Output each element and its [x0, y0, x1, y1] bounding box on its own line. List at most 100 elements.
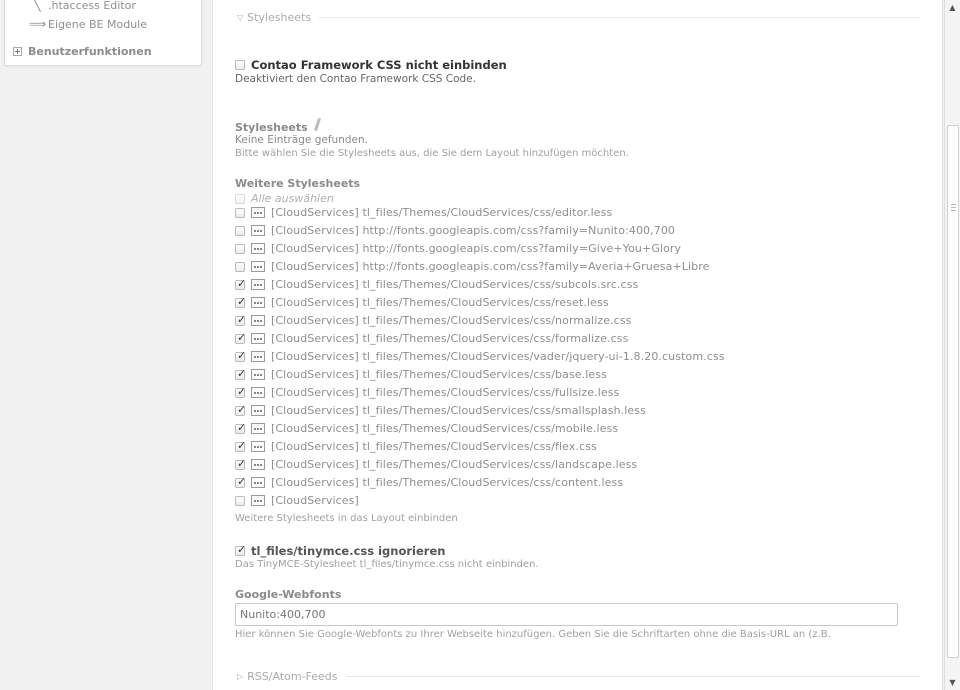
collapse-triangle-icon: ▽: [237, 12, 244, 22]
scroll-down-arrow-icon[interactable]: ▼: [945, 675, 960, 690]
stylesheet-label: [CloudServices] tl_files/Themes/CloudSer…: [271, 296, 609, 309]
stylesheet-label: [CloudServices] tl_files/Themes/CloudSer…: [271, 332, 629, 345]
legend-divider: [319, 16, 920, 18]
webfonts-tip: Hier können Sie Google-Webfonts zu Ihrer…: [235, 629, 831, 640]
css-file-icon: [251, 261, 265, 272]
stylesheet-label: [CloudServices] tl_files/Themes/CloudSer…: [271, 404, 646, 417]
pen-icon: ╲: [33, 0, 41, 12]
stylesheet-label: [CloudServices] http://fonts.googleapis.…: [271, 242, 682, 255]
vertical-scrollbar[interactable]: ▲ ▼: [944, 0, 960, 690]
stylesheet-option[interactable]: [CloudServices] tl_files/Themes/CloudSer…: [235, 421, 618, 435]
stylesheet-option[interactable]: [CloudServices] tl_files/Themes/CloudSer…: [235, 349, 725, 363]
stylesheet-checkbox[interactable]: [235, 385, 246, 398]
framework-css-checkbox[interactable]: [235, 60, 245, 70]
stylesheet-option[interactable]: [CloudServices] http://fonts.googleapis.…: [235, 224, 675, 237]
stylesheets-legend[interactable]: ▽ Stylesheets: [237, 10, 920, 24]
css-file-icon: [251, 369, 265, 380]
stylesheet-checkbox[interactable]: [235, 367, 246, 380]
stylesheet-checkbox[interactable]: [235, 403, 246, 416]
stylesheet-option[interactable]: [CloudServices] tl_files/Themes/CloudSer…: [235, 403, 646, 417]
stylesheet-checkbox[interactable]: [235, 313, 246, 326]
stylesheet-label: [CloudServices] tl_files/Themes/CloudSer…: [271, 458, 638, 471]
expand-triangle-icon: ▷: [237, 671, 244, 681]
stylesheet-checkbox[interactable]: [235, 457, 246, 470]
select-all-label: Alle auswählen: [251, 192, 334, 205]
stylesheet-checkbox[interactable]: [235, 277, 246, 290]
stylesheet-label: [CloudServices] tl_files/Themes/CloudSer…: [271, 350, 725, 363]
select-all-checkbox[interactable]: [235, 193, 245, 204]
legend-label: Stylesheets: [247, 10, 312, 24]
stylesheet-checkbox[interactable]: [235, 207, 245, 218]
framework-css-field[interactable]: Contao Framework CSS nicht einbinden: [235, 58, 507, 72]
stylesheet-label: [CloudServices] tl_files/Themes/CloudSer…: [271, 368, 607, 381]
css-file-icon: [251, 225, 265, 236]
rss-legend[interactable]: ▷ RSS/Atom-Feeds: [237, 669, 920, 683]
stylesheet-label: [CloudServices] tl_files/Themes/CloudSer…: [271, 206, 613, 219]
stylesheet-checkbox[interactable]: [235, 349, 246, 362]
stylesheet-option[interactable]: [CloudServices] tl_files/Themes/CloudSer…: [235, 457, 638, 471]
legend-divider: [345, 675, 920, 677]
nav-group-label: Benutzerfunktionen: [28, 45, 152, 58]
stylesheet-label: [CloudServices] tl_files/Themes/CloudSer…: [271, 386, 620, 399]
css-file-icon: [251, 315, 265, 326]
scroll-up-arrow-icon[interactable]: ▲: [945, 0, 960, 15]
nav-item-htaccess-editor[interactable]: ╲ .htaccess Editor: [29, 0, 136, 12]
stylesheet-checkbox[interactable]: [235, 495, 245, 506]
stylesheet-option[interactable]: [CloudServices] tl_files/Themes/CloudSer…: [235, 313, 632, 327]
webfonts-label: Google-Webfonts: [235, 588, 342, 601]
stylesheet-option[interactable]: [CloudServices] tl_files/Themes/CloudSer…: [235, 206, 612, 219]
stylesheet-checkbox[interactable]: [235, 295, 246, 308]
stylesheets-label: Stylesheets: [235, 117, 321, 134]
stylesheet-checkbox[interactable]: [235, 475, 246, 488]
stylesheet-label: [CloudServices] tl_files/Themes/CloudSer…: [271, 476, 624, 489]
tinymce-field[interactable]: tl_files/tinymce.css ignorieren: [235, 543, 446, 558]
nav-item-eigene-be-module[interactable]: ⟹ Eigene BE Module: [29, 17, 147, 31]
stylesheet-checkbox[interactable]: [235, 331, 246, 344]
css-file-icon: [251, 477, 265, 488]
stylesheet-label: [CloudServices] tl_files/Themes/CloudSer…: [271, 314, 632, 327]
css-file-icon: [251, 279, 265, 290]
framework-css-description: Deaktiviert den Contao Framework CSS Cod…: [235, 73, 476, 85]
edit-pencil-icon[interactable]: [313, 117, 321, 132]
css-file-icon: [251, 441, 265, 452]
framework-css-label: Contao Framework CSS nicht einbinden: [251, 58, 507, 72]
css-file-icon: [251, 423, 265, 434]
scrollbar-grip-icon: [951, 204, 956, 213]
arrow-right-icon: ⟹: [29, 17, 47, 31]
stylesheet-option[interactable]: [CloudServices] tl_files/Themes/CloudSer…: [235, 277, 639, 291]
tinymce-checkbox[interactable]: [235, 543, 246, 556]
stylesheet-option[interactable]: [CloudServices] http://fonts.googleapis.…: [235, 242, 681, 255]
stylesheet-option[interactable]: [CloudServices] tl_files/Themes/CloudSer…: [235, 439, 597, 453]
stylesheet-option[interactable]: [CloudServices] tl_files/Themes/CloudSer…: [235, 367, 607, 381]
stylesheet-checkbox[interactable]: [235, 243, 245, 254]
scrollbar-thumb[interactable]: [947, 125, 959, 658]
nav-item-label: Eigene BE Module: [48, 17, 147, 31]
stylesheet-option[interactable]: [CloudServices]: [235, 494, 359, 507]
stylesheet-option[interactable]: [CloudServices] http://fonts.googleapis.…: [235, 260, 709, 273]
external-stylesheets-label: Weitere Stylesheets: [235, 177, 361, 190]
legend-label: RSS/Atom-Feeds: [247, 669, 338, 683]
stylesheet-option[interactable]: [CloudServices] tl_files/Themes/CloudSer…: [235, 331, 629, 345]
stylesheet-checkbox[interactable]: [235, 261, 245, 272]
stylesheet-checkbox[interactable]: [235, 439, 246, 452]
nav-group-benutzerfunktionen[interactable]: Benutzerfunktionen: [13, 45, 152, 58]
webfonts-input[interactable]: [235, 603, 898, 626]
stylesheet-checkbox[interactable]: [235, 225, 245, 236]
css-file-icon: [251, 207, 265, 218]
stylesheet-label: [CloudServices] tl_files/Themes/CloudSer…: [271, 440, 597, 453]
stylesheets-label-text: Stylesheets: [235, 121, 308, 134]
stylesheet-label: [CloudServices] tl_files/Themes/CloudSer…: [271, 278, 639, 291]
stylesheets-tip: Bitte wählen Sie die Stylesheets aus, di…: [235, 148, 629, 159]
stylesheet-option[interactable]: [CloudServices] tl_files/Themes/CloudSer…: [235, 385, 620, 399]
stylesheet-label: [CloudServices]: [271, 494, 359, 507]
stylesheet-option[interactable]: [CloudServices] tl_files/Themes/CloudSer…: [235, 475, 624, 489]
expand-plus-icon[interactable]: [13, 47, 22, 56]
stylesheet-option[interactable]: [CloudServices] tl_files/Themes/CloudSer…: [235, 295, 609, 309]
css-file-icon: [251, 297, 265, 308]
tinymce-label: tl_files/tinymce.css ignorieren: [251, 544, 446, 558]
stylesheet-label: [CloudServices] http://fonts.googleapis.…: [271, 224, 676, 237]
select-all-row[interactable]: Alle auswählen: [235, 192, 334, 205]
external-stylesheets-tip: Weitere Stylesheets in das Layout einbin…: [235, 513, 458, 524]
stylesheet-checkbox[interactable]: [235, 421, 246, 434]
backend-navigation: ╲ .htaccess Editor ⟹ Eigene BE Module Be…: [4, 0, 202, 66]
